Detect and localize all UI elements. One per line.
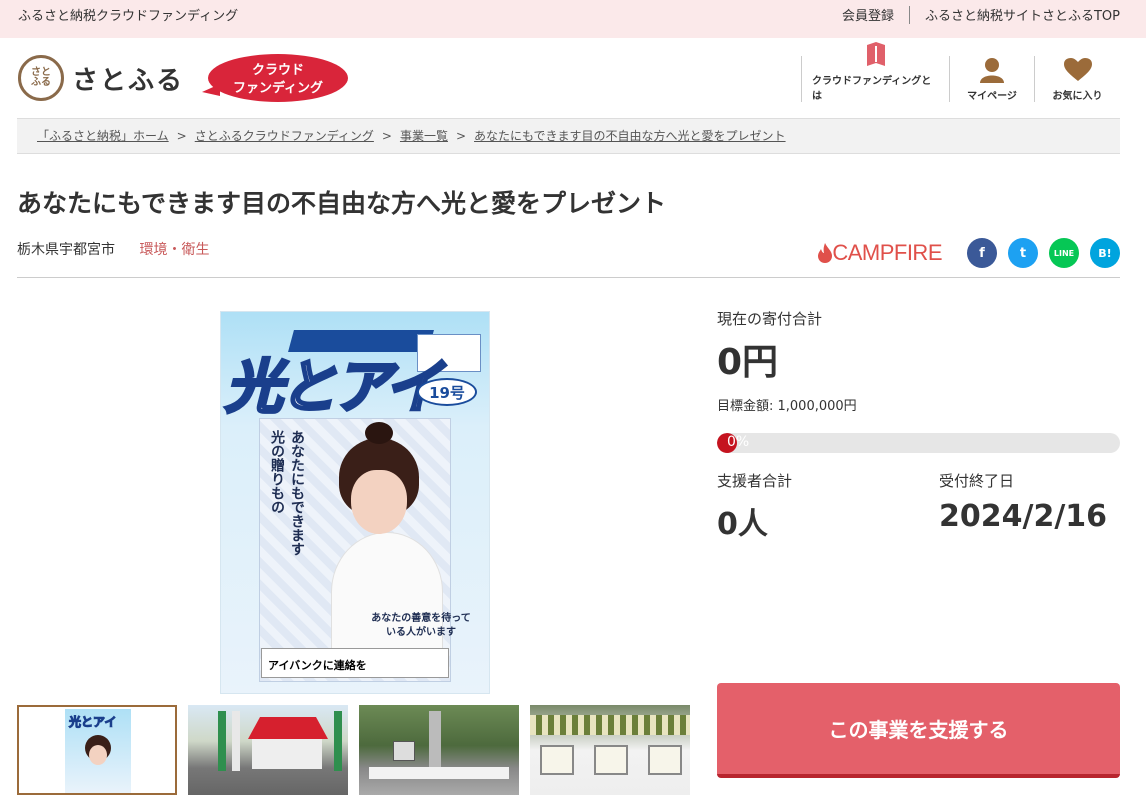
thumbnail-monument xyxy=(429,711,441,771)
thumbnail-3[interactable] xyxy=(359,705,519,795)
supporters-value: 0人 xyxy=(717,507,768,542)
campfire-text: CAMPFIRE xyxy=(832,240,942,265)
thumbnail-frame xyxy=(648,745,682,775)
share-bar: CAMPFIRE f t LINE B! xyxy=(818,237,1120,269)
facebook-icon: f xyxy=(979,245,985,261)
supporters: 支援者合計 0人 xyxy=(717,470,939,543)
facebook-share-button[interactable]: f xyxy=(967,238,997,268)
stats-row: 支援者合計 0人 受付終了日 2024/2/16 xyxy=(717,470,1120,543)
poster-vertical-text: あなたにもできます xyxy=(289,430,305,556)
category-link[interactable]: 環境・衛生 xyxy=(139,242,209,258)
thumbnail-face xyxy=(89,745,107,765)
heart-icon xyxy=(1063,56,1092,83)
badge-line1: クラウド xyxy=(251,63,304,78)
breadcrumb: 「ふるさと納税」ホーム > さとふるクラウドファンディング > 事業一覧 > あなたにもでき… xyxy=(17,118,1120,154)
municipality: 栃木県宇都宮市 xyxy=(17,242,115,258)
divider xyxy=(908,5,910,24)
deadline-label: 受付終了日 xyxy=(939,472,1015,490)
nav-label: お気に入り xyxy=(1052,91,1103,102)
progress-text: 0% xyxy=(727,434,750,450)
twitter-icon: t xyxy=(1019,245,1027,261)
nav-mypage[interactable]: マイページ xyxy=(949,56,1034,102)
book-icon xyxy=(865,42,887,68)
hatena-bookmark-button[interactable]: B! xyxy=(1090,238,1120,268)
nav-favorites[interactable]: お気に入り xyxy=(1034,56,1120,102)
support-button[interactable]: この事業を支援する xyxy=(717,683,1120,778)
thumbnail-table xyxy=(252,739,322,769)
nav-label: マイページ xyxy=(967,91,1017,102)
member-register-link[interactable]: 会員登録 xyxy=(842,5,894,24)
line-share-button[interactable]: LINE xyxy=(1049,238,1079,268)
poster-caption: あなたの善意を待っている人がいます xyxy=(371,613,471,638)
header-nav: クラウドファンディングとは マイページ お気に入り xyxy=(801,42,1120,102)
user-icon xyxy=(979,56,1005,83)
thumbnail-tent xyxy=(248,717,328,739)
breadcrumb-separator: > xyxy=(176,129,187,143)
deadline: 受付終了日 2024/2/16 xyxy=(939,470,1120,543)
thumbnail-frame xyxy=(540,745,574,775)
top-bar: ふるさと納税クラウドファンディング 会員登録 ふるさと納税サイトさとふるTOP xyxy=(0,0,1146,38)
breadcrumb-crowdfunding[interactable]: さとふるクラウドファンディング xyxy=(195,129,374,143)
progress-bar: 0% xyxy=(717,433,1120,453)
thumbnail-flag xyxy=(232,711,240,771)
satofull-top-link[interactable]: ふるさと納税サイトさとふるTOP xyxy=(925,5,1120,24)
campfire-logo[interactable]: CAMPFIRE xyxy=(818,240,942,266)
thumbnail-poster: 光とアイ xyxy=(65,709,131,793)
breadcrumb-current[interactable]: あなたにもできます目の不自由な方へ光と愛をプレゼント xyxy=(474,129,786,143)
poster-title: 光とアイ xyxy=(223,352,443,423)
thumbnail-strip: 光とアイ xyxy=(17,705,701,795)
nav-about-crowdfunding[interactable]: クラウドファンディングとは xyxy=(801,42,949,102)
badge-line2: ファンディング xyxy=(232,81,324,96)
project-meta: 栃木県宇都宮市 環境・衛生 xyxy=(17,239,209,259)
thumbnail-2[interactable] xyxy=(188,705,348,795)
thumbnail-1[interactable]: 光とアイ xyxy=(17,705,177,795)
thumbnail-4[interactable] xyxy=(530,705,690,795)
breadcrumb-separator: > xyxy=(455,129,467,143)
breadcrumb-separator: > xyxy=(381,129,392,143)
header: さと ふる さとふる クラウド ファンディング クラウドファンディングとは マイペ… xyxy=(0,38,1146,118)
breadcrumb-home[interactable]: 「ふるさと納税」ホーム xyxy=(37,129,169,143)
logo-text[interactable]: さとふる xyxy=(72,60,184,97)
current-total-label: 現在の寄付合計 xyxy=(717,310,823,328)
main-project-image[interactable]: 光とアイ 19号 あなたにもできます 光の贈りもの あなたの善意を待っている人が… xyxy=(220,311,490,694)
hatena-icon: B! xyxy=(1098,246,1112,260)
poster-issue: 19号 xyxy=(417,378,477,406)
page-title: あなたにもできます目の不自由な方へ光と愛をプレゼント xyxy=(17,189,667,218)
deadline-value: 2024/2/16 xyxy=(939,499,1108,534)
line-icon: LINE xyxy=(1053,248,1075,258)
top-links: 会員登録 ふるさと納税サイトさとふるTOP xyxy=(842,5,1120,24)
current-total-value: 0円 xyxy=(717,342,779,383)
poster-person-face xyxy=(351,470,407,534)
divider xyxy=(17,277,1120,278)
supporters-label: 支援者合計 xyxy=(717,472,793,490)
target-amount: 目標金額: 1,000,000円 xyxy=(717,399,857,414)
crowdfunding-badge[interactable]: クラウド ファンディング xyxy=(202,54,348,104)
poster-person-bun xyxy=(365,422,393,444)
twitter-share-button[interactable]: t xyxy=(1008,238,1038,268)
thumbnail-frame xyxy=(393,741,415,761)
nav-label: クラウドファンディングとは xyxy=(812,76,932,102)
thumbnail-flag xyxy=(218,711,226,771)
funding-stats: 現在の寄付合計 0円 目標金額: 1,000,000円 0% 支援者合計 0人 … xyxy=(717,308,1120,543)
poster-bottom-banner: アイバンクに連絡を xyxy=(261,648,449,678)
site-name[interactable]: ふるさと納税クラウドファンディング xyxy=(18,5,238,24)
thumbnail-frame xyxy=(594,745,628,775)
thumbnail-flowers xyxy=(530,715,690,735)
poster-vertical-text: 光の贈りもの xyxy=(269,430,285,514)
thumbnail-flag xyxy=(334,711,342,771)
breadcrumb-projects[interactable]: 事業一覧 xyxy=(400,129,448,143)
flame-icon xyxy=(818,243,833,263)
satofull-logo-icon[interactable]: さと ふる xyxy=(18,55,64,101)
thumbnail-poster-title: 光とアイ xyxy=(68,715,117,730)
thumbnail-table xyxy=(369,767,509,779)
